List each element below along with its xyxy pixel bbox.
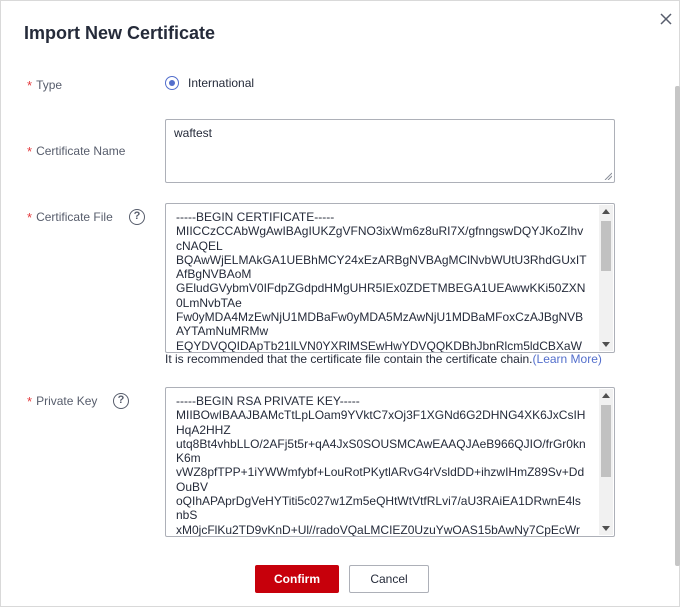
certificate-file-line: -----BEGIN CERTIFICATE----- [176,210,335,224]
private-key-line: utq8Bt4vhbLLO/2AFj5t5r+qA4JxS0SOUSMCAwEA… [176,436,586,451]
certificate-file-line: GEludGVybmV0IFdpZGdpdHMgUHR5IEx0ZDETMBEG… [176,281,586,296]
certificate-file-content: -----BEGIN CERTIFICATE----- MIICCzCCAbWgA… [176,210,596,353]
private-key-content: -----BEGIN RSA PRIVATE KEY----- MIIBOwIBA… [176,394,596,537]
certificate-name-value: waftest [174,126,213,140]
private-key-line: oQIhAPAprDgVeHYTiti5c027w1Zm5eQHtWtVtfRL… [176,494,581,509]
private-key-line: xM0jcFlKu2TD9vKnD+Ul//radoVQaLMCIEZ0UzuY… [176,522,581,537]
private-key-line: vWZ8pfTPP+1iYWWmfybf+LouRotPKytlARvG4rVs… [176,465,585,480]
certificate-file-textarea[interactable]: -----BEGIN CERTIFICATE----- MIICCzCCAbWgA… [165,203,615,353]
certificate-file-line: AYTAmNuMRMw [176,324,269,339]
private-key-scrollbar[interactable] [599,389,613,535]
certificate-file-scrollbar[interactable] [599,205,613,351]
private-key-line: nbS [176,508,198,523]
certificate-file-line: MIICCzCCAbWgAwIBAgIUKZgVFNO3ixWm6z8uRI7X… [176,224,584,239]
type-option-label: International [188,76,255,90]
certificate-file-help-icon[interactable]: ? [129,209,145,225]
scroll-down-arrow-icon[interactable] [602,342,610,347]
dialog-scrollbar[interactable] [675,86,680,566]
private-key-line: HqA2HHZ [176,422,231,437]
required-marker: * [27,210,33,225]
certificate-file-line: cNAQEL [176,238,223,253]
certificate-name-input[interactable]: waftest [165,119,615,183]
learn-more-link[interactable]: (Learn More) [533,352,602,366]
certificate-file-line: AfBgNVBAoM [176,267,252,282]
private-key-line: OuBV [176,479,209,494]
confirm-button[interactable]: Confirm [255,565,339,593]
private-key-label: * Private Key [27,393,98,410]
certificate-file-line: BQAwWjELMAkGA1UEBhMCY24xEzARBgNVBAgMClNv… [176,252,587,267]
certificate-file-label: * Certificate File [27,209,113,226]
scroll-thumb[interactable] [601,405,611,477]
certificate-file-line: 0LmNvbTAe [176,295,242,310]
import-certificate-dialog: Import New Certificate * Type Internatio… [0,0,680,607]
close-icon[interactable] [657,10,675,28]
private-key-line: MIIBOwIBAAJBAMcTtLpLOam9YVktC7xOj3F1XGNd… [176,408,586,423]
type-radio-international[interactable]: International [165,76,254,90]
resize-handle-icon[interactable] [604,172,612,180]
scroll-up-arrow-icon[interactable] [602,209,610,214]
private-key-line: K6m [176,451,201,466]
certificate-name-label: * Certificate Name [27,143,126,160]
required-marker: * [27,78,33,93]
type-label: * Type [27,77,63,94]
certificate-file-line: EQYDVQQIDApTb21lLVN0YXRlMSEwHwYDVQQKDBhJ… [176,338,582,353]
dialog-title: Import New Certificate [24,23,216,43]
required-marker: * [27,144,33,159]
scroll-up-arrow-icon[interactable] [602,393,610,398]
certificate-chain-hint: It is recommended that the certificate f… [165,352,602,366]
private-key-help-icon[interactable]: ? [113,393,129,409]
cancel-button[interactable]: Cancel [349,565,429,593]
radio-checked-icon[interactable] [165,76,179,90]
private-key-textarea[interactable]: -----BEGIN RSA PRIVATE KEY----- MIIBOwIBA… [165,387,615,537]
certificate-file-line: Fw0yMDA4MzEwNjU1MDBaFw0yMDA5MzAwNjU1MDBa… [176,310,584,325]
required-marker: * [27,394,33,409]
private-key-line: -----BEGIN RSA PRIVATE KEY----- [176,394,360,408]
scroll-down-arrow-icon[interactable] [602,526,610,531]
scroll-thumb[interactable] [601,221,611,271]
